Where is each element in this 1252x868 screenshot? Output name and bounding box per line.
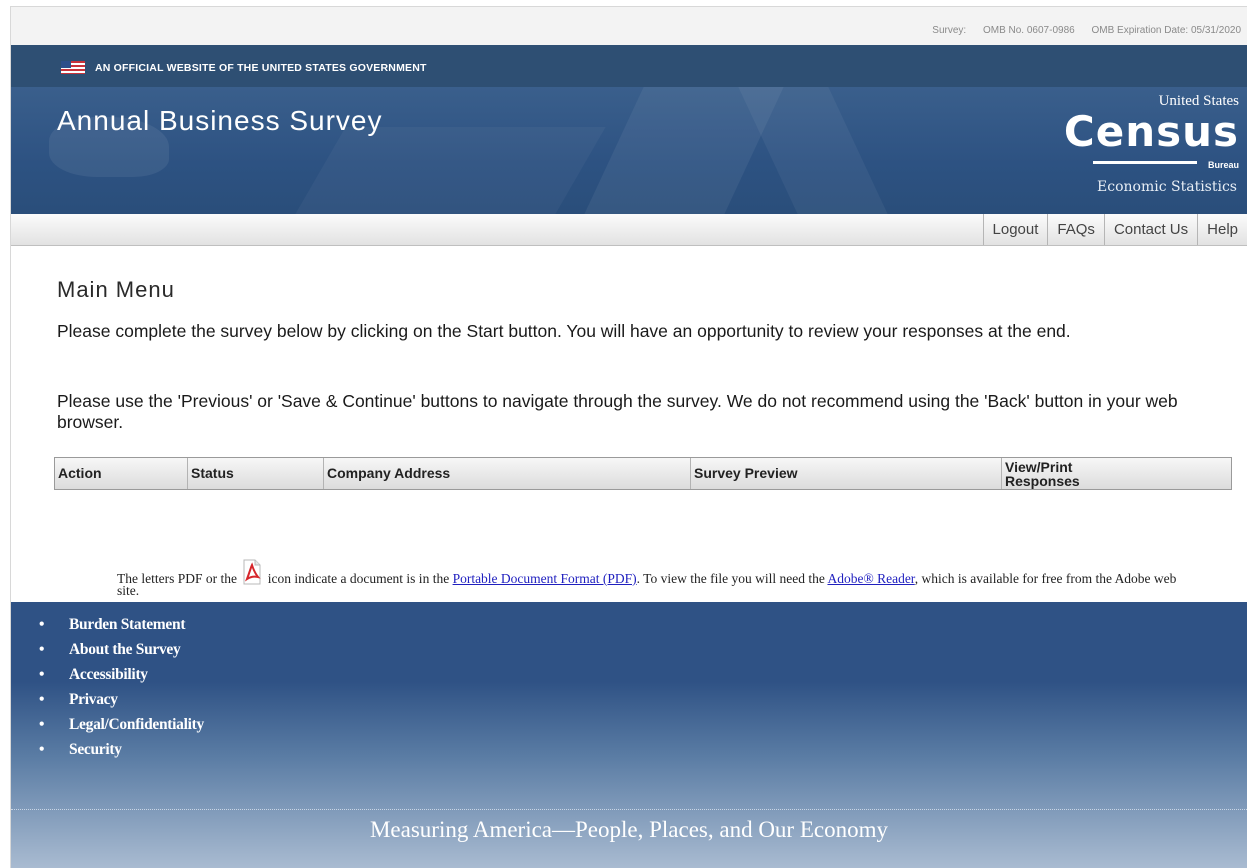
logout-link[interactable]: Logout [982, 214, 1048, 245]
column-header-survey-preview: Survey Preview [691, 458, 1002, 489]
footer-item: • About the Survey [39, 641, 181, 658]
legal-confidentiality-link[interactable]: Legal/Confidentiality [69, 716, 204, 733]
survey-table-header: Action Status Company Address Survey Pre… [54, 457, 1232, 490]
footer-item: • Legal/Confidentiality [39, 716, 204, 733]
footer-item: • Security [39, 741, 122, 758]
footer-tagline: Measuring America—People, Places, and Ou… [369, 817, 888, 842]
nav-links: Logout FAQs Contact Us Help [982, 214, 1247, 245]
site-footer: • Burden Statement • About the Survey • Acc… [11, 602, 1247, 868]
footer-item: • Privacy [39, 691, 118, 708]
economic-statistics-label: Economic Statistics [1097, 179, 1237, 195]
privacy-link[interactable]: Privacy [69, 691, 118, 708]
browser-viewport: Survey: OMB No. 0607-0986 OMB Expiration… [0, 0, 1252, 868]
footer-divider [11, 809, 1247, 810]
official-website-text: AN OFFICIAL WEBSITE OF THE UNITED STATES… [95, 62, 427, 74]
header-decoration [276, 127, 606, 214]
footer-item: • Burden Statement [39, 616, 186, 633]
column-header-status: Status [188, 458, 324, 489]
omb-expiration: OMB Expiration Date: 05/31/2020 [1091, 25, 1241, 36]
help-link[interactable]: Help [1197, 214, 1247, 245]
main-content: Main Menu Please complete the survey bel… [57, 277, 1207, 432]
pdf-notice: The letters PDF or the icon indicate a d… [117, 559, 1177, 597]
column-header-view-print-responses: View/Print Responses [1005, 459, 1080, 489]
pdf-icon [243, 559, 261, 585]
survey-label: Survey: [932, 25, 967, 36]
column-header-company-address: Company Address [324, 458, 691, 489]
column-header-action: Action [55, 458, 188, 489]
about-the-survey-link[interactable]: About the Survey [69, 641, 181, 658]
page-title: Main Menu [57, 277, 175, 302]
official-government-banner: AN OFFICIAL WEBSITE OF THE UNITED STATES… [11, 45, 1247, 87]
navigation-warning-paragraph: Please use the 'Previous' or 'Save & Con… [57, 391, 1178, 432]
footer-item: • Accessibility [39, 666, 148, 683]
adobe-reader-link[interactable]: Adobe® Reader [827, 571, 914, 586]
pdf-format-link[interactable]: Portable Document Format (PDF) [453, 571, 637, 586]
contact-us-link[interactable]: Contact Us [1103, 214, 1197, 245]
us-flag-icon [61, 61, 85, 74]
census-bureau-logo: United States Census Bureau Economic Sta… [1063, 93, 1239, 195]
security-link[interactable]: Security [69, 741, 122, 758]
instructions-paragraph: Please complete the survey below by clic… [57, 321, 1071, 341]
site-title: Annual Business Survey [57, 105, 383, 136]
burden-statement-link[interactable]: Burden Statement [69, 616, 185, 633]
omb-number: OMB No. 0607-0986 [982, 25, 1075, 36]
footer-links: • Burden Statement • About the Survey • Acc… [39, 612, 204, 762]
omb-info-bar: Survey: OMB No. 0607-0986 OMB Expiration… [11, 7, 1247, 45]
site-header: Annual Business Survey United States Cen… [11, 87, 1247, 214]
page: Survey: OMB No. 0607-0986 OMB Expiration… [10, 6, 1247, 868]
accessibility-link[interactable]: Accessibility [69, 666, 148, 683]
faqs-link[interactable]: FAQs [1047, 214, 1104, 245]
omb-info: Survey: OMB No. 0607-0986 OMB Expiration… [918, 25, 1241, 36]
top-navigation: Logout FAQs Contact Us Help [11, 214, 1247, 246]
